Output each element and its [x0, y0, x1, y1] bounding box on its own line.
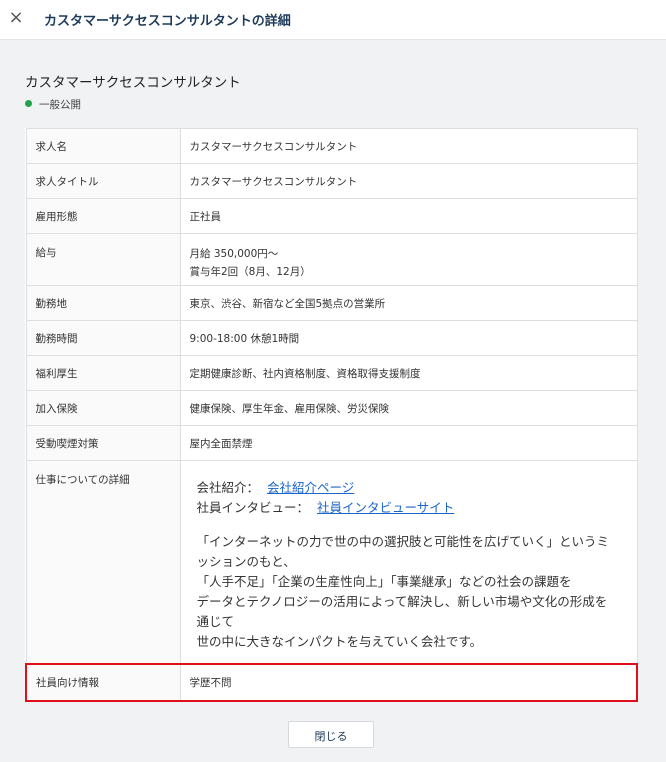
row-value: 定期健康診断、社内資格制度、資格取得支援制度 — [179, 355, 638, 391]
row-value: 9:00-18:00 休憩1時間 — [179, 320, 638, 356]
description-line: 通じて — [196, 614, 235, 629]
row-value: 会社紹介： 会社紹介ページ 社員インタビュー： 社員インタビューサイト 「インターネ… — [179, 460, 638, 664]
page-title: カスタマーサクセスコンサルタントの詳細 — [44, 14, 291, 29]
table-row: 福利厚生 定期健康診断、社内資格制度、資格取得支援制度 — [25, 355, 638, 391]
company-intro-link[interactable]: 会社紹介ページ — [267, 480, 354, 495]
row-value: カスタマーサクセスコンサルタント — [179, 128, 638, 164]
row-label: 加入保険 — [25, 390, 181, 426]
modal-content: カスタマーサクセスコンサルタント 一般公開 求人名 カスタマーサクセスコンサルタ… — [0, 40, 666, 762]
status-label: 一般公開 — [39, 99, 81, 111]
status-dot-icon — [25, 100, 32, 107]
table-row: 求人名 カスタマーサクセスコンサルタント — [25, 128, 638, 164]
row-label: 仕事についての詳細 — [25, 460, 181, 664]
job-title: カスタマーサクセスコンサルタント — [25, 75, 241, 91]
row-value: 東京、渋谷、新宿など全国5拠点の営業所 — [179, 285, 638, 321]
row-label: 求人名 — [25, 128, 181, 164]
description-line: 「インターネットの力で世の中の選択肢と可能性を広げていく」というミ — [196, 534, 610, 549]
row-label: 社員向け情報 — [25, 662, 181, 702]
table-row: 給与 月給 350,000円〜 賞与年2回（8月、12月） — [25, 233, 638, 286]
table-row-employee-info: 社員向け情報 学歴不問 — [25, 662, 638, 702]
job-details-table: 求人名 カスタマーサクセスコンサルタント 求人タイトル カスタマーサクセスコンサ… — [25, 128, 638, 702]
row-label: 求人タイトル — [25, 163, 181, 199]
detail-links: 会社紹介： 会社紹介ページ 社員インタビュー： 社員インタビューサイト — [197, 478, 628, 518]
row-value: 屋内全面禁煙 — [179, 425, 638, 461]
table-row: 勤務時間 9:00-18:00 休憩1時間 — [25, 320, 638, 356]
row-label: 給与 — [25, 233, 181, 286]
description-line: ッションのもと、 — [196, 554, 296, 569]
table-row: 雇用形態 正社員 — [25, 198, 638, 234]
modal-header: × カスタマーサクセスコンサルタントの詳細 — [0, 0, 666, 40]
table-row: 勤務地 東京、渋谷、新宿など全国5拠点の営業所 — [25, 285, 638, 321]
description-text: 「インターネットの力で世の中の選択肢と可能性を広げていく」というミ ッションのも… — [197, 532, 628, 652]
row-label: 福利厚生 — [25, 355, 181, 391]
table-row: 求人タイトル カスタマーサクセスコンサルタント — [25, 163, 638, 199]
description-line: 世の中に大きなインパクトを与えていく会社です。 — [196, 634, 483, 649]
close-button[interactable]: 閉じる — [288, 721, 374, 748]
row-value: 正社員 — [179, 198, 638, 234]
table-row: 受動喫煙対策 屋内全面禁煙 — [25, 425, 638, 461]
row-value: カスタマーサクセスコンサルタント — [179, 163, 638, 199]
row-label: 受動喫煙対策 — [25, 425, 181, 461]
row-label: 雇用形態 — [25, 198, 181, 234]
row-value: 学歴不問 — [179, 662, 638, 702]
interview-label: 社員インタビュー： — [196, 500, 310, 515]
row-label: 勤務地 — [25, 285, 181, 321]
row-label: 勤務時間 — [25, 320, 181, 356]
status-badge: 一般公開 — [25, 97, 81, 112]
interview-link[interactable]: 社員インタビューサイト — [317, 500, 454, 515]
job-description: 会社紹介： 会社紹介ページ 社員インタビュー： 社員インタビューサイト 「インターネ… — [190, 472, 628, 652]
row-value: 月給 350,000円〜 賞与年2回（8月、12月） — [179, 233, 638, 286]
table-row: 仕事についての詳細 会社紹介： 会社紹介ページ 社員インタビュー： 社員インタビュー… — [25, 460, 638, 664]
salary-bonus: 賞与年2回（8月、12月） — [189, 266, 311, 278]
company-intro-label: 会社紹介： — [196, 480, 260, 495]
description-line: データとテクノロジーの活用によって解決し、新しい市場や文化の形成を — [196, 594, 608, 609]
table-row: 加入保険 健康保険、厚生年金、雇用保険、労災保険 — [25, 390, 638, 426]
close-icon[interactable]: × — [6, 8, 26, 28]
row-value: 健康保険、厚生年金、雇用保険、労災保険 — [179, 390, 638, 426]
salary-monthly: 月給 350,000円〜 — [189, 248, 279, 260]
description-line: 「人手不足」「企業の生産性向上」「事業継承」などの社会の課題を — [196, 574, 572, 589]
